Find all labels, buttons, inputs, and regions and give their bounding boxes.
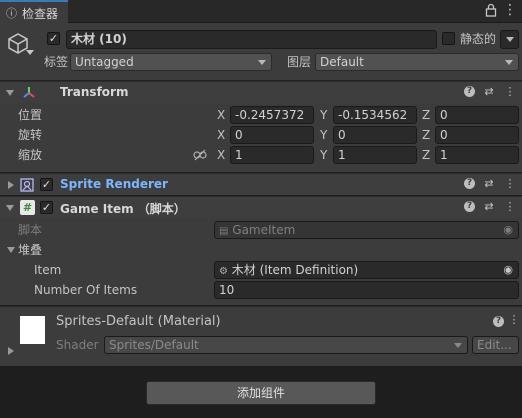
shader-label: Shader	[56, 338, 99, 352]
game-item-header[interactable]: # ✓ Game Item （脚本） ? ⇄ ⋮	[0, 196, 522, 218]
add-component-button[interactable]: 添加组件	[146, 381, 376, 405]
help-icon[interactable]: ?	[464, 86, 475, 97]
material-fold-icon[interactable]	[8, 347, 14, 355]
position-x-field[interactable]: -0.2457372	[230, 106, 314, 124]
presets-icon[interactable]: ⇄	[482, 85, 496, 99]
presets-icon[interactable]: ⇄	[482, 177, 496, 191]
layer-value: Default	[320, 55, 364, 69]
scale-z-label[interactable]: Z	[422, 147, 430, 163]
tab-bar	[0, 0, 522, 23]
help-icon[interactable]: ?	[464, 178, 475, 189]
tab-title: 检查器	[22, 7, 59, 21]
layer-dropdown[interactable]: Default	[315, 53, 519, 71]
transform-axes-icon	[21, 85, 37, 101]
shader-edit-button[interactable]: Edit...	[472, 336, 519, 354]
sprite-renderer-fold-icon[interactable]	[8, 181, 14, 189]
presets-icon[interactable]: ⇄	[482, 200, 496, 214]
game-item-enabled-checkbox[interactable]: ✓	[40, 201, 53, 214]
scale-x-field[interactable]: 1	[230, 146, 314, 164]
script-file-icon: ▤	[219, 226, 229, 237]
help-icon[interactable]: ?	[464, 201, 475, 212]
tag-dropdown[interactable]: Untagged	[70, 53, 272, 71]
tab-inspector[interactable]: ⓘ 检查器	[0, 0, 68, 23]
item-label: Item	[34, 263, 62, 277]
script-value: GameItem	[232, 223, 296, 237]
scale-label: 缩放	[18, 148, 43, 162]
icon-dropdown-arrow-icon[interactable]	[26, 50, 34, 55]
material-title: Sprites-Default (Material)	[56, 314, 221, 329]
constrain-proportions-icon[interactable]	[193, 149, 207, 161]
stack-label[interactable]: 堆叠	[18, 242, 42, 258]
tag-value: Untagged	[75, 55, 134, 69]
item-definition-icon: ⚙	[219, 266, 228, 277]
position-z-label[interactable]: Z	[422, 107, 430, 123]
rotation-x-label[interactable]: X	[217, 127, 225, 143]
info-icon: ⓘ	[6, 7, 17, 20]
transform-title: Transform	[60, 85, 129, 99]
stack-fold-icon[interactable]	[7, 247, 15, 253]
lock-icon[interactable]	[485, 3, 497, 17]
object-name-field[interactable]: 木材 (10)	[66, 30, 437, 49]
scale-z-field[interactable]: 1	[435, 146, 519, 164]
component-menu-icon[interactable]: ⋮	[503, 85, 517, 99]
script-label: 脚本	[18, 223, 43, 237]
scale-y-field[interactable]: 1	[333, 146, 417, 164]
static-label: 静态的	[460, 32, 497, 46]
position-x-label[interactable]: X	[217, 107, 225, 123]
shader-value: Sprites/Default	[109, 338, 199, 352]
item-field[interactable]: ⚙ 木材 (Item Definition) ◉	[214, 261, 519, 279]
component-menu-icon[interactable]: ⋮	[503, 200, 517, 214]
game-item-title: Game Item （脚本）	[60, 202, 186, 216]
layer-label: 图层	[287, 55, 312, 69]
game-item-fold-icon[interactable]	[6, 205, 14, 211]
help-icon[interactable]: ?	[493, 316, 504, 327]
transform-header[interactable]: Transform ? ⇄ ⋮	[0, 81, 522, 103]
rotation-label: 旋转	[18, 128, 43, 142]
scale-x-label[interactable]: X	[217, 147, 225, 163]
sprite-renderer-title[interactable]: Sprite Renderer	[60, 177, 168, 191]
component-menu-icon[interactable]: ⋮	[503, 177, 517, 191]
add-component-label: 添加组件	[236, 386, 285, 400]
sprite-renderer-enabled-checkbox[interactable]: ✓	[40, 178, 53, 191]
shader-dropdown[interactable]: Sprites/Default	[104, 336, 468, 354]
rotation-y-field[interactable]: 0	[333, 126, 417, 144]
rotation-z-field[interactable]: 0	[435, 126, 519, 144]
active-checkbox[interactable]: ✓	[47, 32, 60, 45]
position-y-label[interactable]: Y	[320, 107, 327, 123]
sprite-renderer-icon	[20, 178, 34, 192]
script-field: ▤ GameItem ◉	[214, 221, 519, 239]
script-hash-icon: #	[20, 200, 35, 215]
count-field[interactable]: 10	[214, 281, 519, 299]
count-label: Number Of Items	[34, 283, 138, 297]
position-label: 位置	[18, 108, 43, 122]
position-y-field[interactable]: -0.1534562	[333, 106, 417, 124]
transform-fold-icon[interactable]	[6, 90, 14, 96]
static-checkbox[interactable]	[442, 32, 455, 45]
menu-kebab-icon[interactable]: ⋮	[503, 2, 517, 18]
object-picker-icon[interactable]: ◉	[503, 263, 513, 277]
position-z-field[interactable]: 0	[435, 106, 519, 124]
tag-label: 标签	[44, 55, 69, 69]
static-dropdown[interactable]	[500, 30, 519, 49]
material-preview-swatch	[20, 316, 45, 344]
rotation-y-label[interactable]: Y	[320, 127, 327, 143]
rotation-z-label[interactable]: Z	[422, 127, 430, 143]
object-picker-icon: ◉	[503, 223, 513, 236]
rotation-x-field[interactable]: 0	[230, 126, 314, 144]
item-value: 木材 (Item Definition)	[231, 263, 359, 277]
scale-y-label[interactable]: Y	[320, 147, 327, 163]
sprite-renderer-header[interactable]: ✓ Sprite Renderer ? ⇄ ⋮	[0, 173, 522, 195]
component-menu-icon[interactable]: ⋮	[507, 313, 521, 327]
